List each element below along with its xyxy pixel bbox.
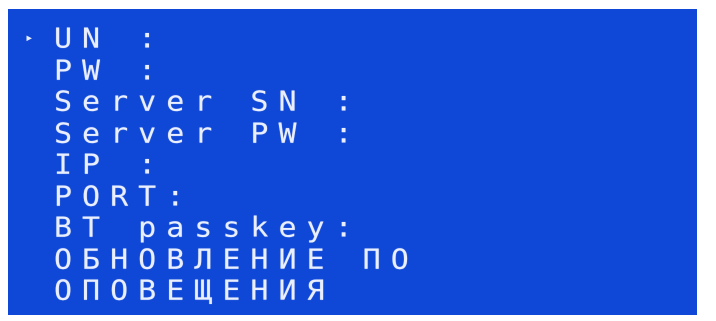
menu-item-port[interactable]: PORT: bbox=[8, 181, 184, 213]
menu-item-label: Server SN : bbox=[54, 85, 363, 118]
menu-item-label: Server PW : bbox=[54, 116, 363, 150]
menu-item-label: PW : bbox=[54, 53, 167, 87]
menu-item-label: PORT: bbox=[54, 179, 195, 213]
menu-item-label: ОПОВЕЩЕНИЯ bbox=[54, 274, 335, 307]
menu-item-server-pw[interactable]: Server PW : bbox=[8, 118, 353, 150]
menu-item-server-sn[interactable]: Server SN : bbox=[8, 86, 353, 118]
menu-item-label: UN : bbox=[54, 22, 167, 55]
menu-item-bt-passkey[interactable]: BT passkey: bbox=[8, 212, 353, 244]
device-frame: ▸ UN : PW : Server SN : Server PW : IP :… bbox=[0, 0, 716, 321]
lcd-screen: ▸ UN : PW : Server SN : Server PW : IP :… bbox=[8, 9, 697, 315]
menu-item-un[interactable]: ▸ UN : bbox=[8, 23, 156, 55]
menu-item-notifications[interactable]: ОПОВЕЩЕНИЯ bbox=[8, 275, 325, 307]
menu-item-label: BT passkey: bbox=[54, 211, 363, 244]
menu-item-firmware-update[interactable]: ОБНОВЛЕНИЕ ПО bbox=[8, 244, 409, 276]
selection-cursor-icon: ▸ bbox=[25, 30, 34, 46]
menu-item-pw[interactable]: PW : bbox=[8, 55, 156, 87]
menu-item-ip[interactable]: IP : bbox=[8, 149, 156, 181]
settings-menu: ▸ UN : PW : Server SN : Server PW : IP :… bbox=[8, 23, 409, 307]
menu-item-label: IP : bbox=[54, 148, 167, 181]
menu-item-label: ОБНОВЛЕНИЕ ПО bbox=[54, 242, 419, 276]
